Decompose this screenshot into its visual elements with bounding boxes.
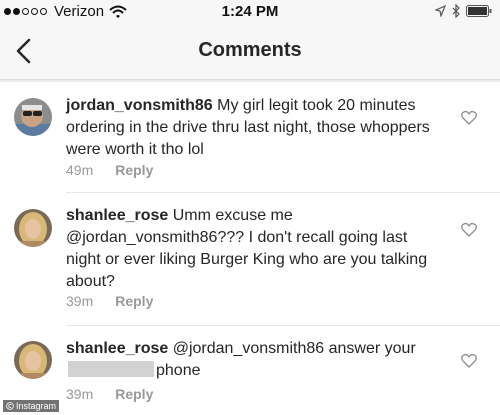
comment-text: jordan_vonsmith86 My girl legit took 20 … — [66, 95, 446, 161]
avatar[interactable] — [14, 341, 52, 379]
reply-button[interactable]: Reply — [115, 293, 153, 309]
comment-timestamp: 39m — [66, 386, 94, 402]
heart-icon[interactable] — [461, 353, 477, 368]
copyright-icon — [6, 402, 14, 410]
comment-username[interactable]: shanlee_rose — [66, 207, 168, 224]
status-time: 1:24 PM — [221, 3, 279, 20]
comment-meta: 39m Reply — [66, 293, 153, 309]
comment-item: jordan_vonsmith86 My girl legit took 20 … — [0, 82, 500, 192]
comment-body: answer your — [328, 340, 416, 357]
heart-icon[interactable] — [461, 222, 477, 237]
heart-icon[interactable] — [461, 110, 477, 125]
avatar-image — [14, 209, 52, 247]
reply-button[interactable]: Reply — [115, 162, 153, 178]
comment-body-end: phone — [156, 362, 201, 379]
status-bar: Verizon 1:24 PM — [0, 0, 500, 24]
comment-item: shanlee_rose Umm excuse me @jordan_vonsm… — [0, 193, 500, 325]
watermark-text: Instagram — [16, 401, 57, 411]
avatar-image — [14, 98, 52, 136]
comment-item: shanlee_rose @jordan_vonsmith86 answer y… — [0, 326, 500, 415]
battery-icon — [466, 5, 492, 17]
comment-timestamp: 49m — [66, 162, 94, 178]
instagram-watermark: Instagram — [3, 400, 60, 412]
comment-meta: 49m Reply — [66, 162, 153, 178]
comment-timestamp: 39m — [66, 293, 94, 309]
comment-username[interactable]: jordan_vonsmith86 — [66, 97, 213, 114]
reply-button[interactable]: Reply — [115, 386, 153, 402]
comment-text: shanlee_rose Umm excuse me @jordan_vonsm… — [66, 205, 446, 293]
avatar[interactable] — [14, 98, 52, 136]
comment-mention[interactable]: @jordan_vonsmith86 — [173, 340, 324, 357]
comment-meta: 39m Reply — [66, 386, 153, 402]
navigation-bar: Comments — [0, 24, 500, 80]
bluetooth-icon — [452, 4, 460, 18]
comment-text: shanlee_rose @jordan_vonsmith86 answer y… — [66, 338, 446, 382]
avatar[interactable] — [14, 209, 52, 247]
page-title: Comments — [198, 39, 302, 61]
avatar-image — [14, 341, 52, 379]
status-right — [429, 4, 492, 18]
comment-username[interactable]: shanlee_rose — [66, 340, 168, 357]
redacted-word — [68, 361, 154, 377]
location-arrow-icon — [435, 5, 446, 17]
